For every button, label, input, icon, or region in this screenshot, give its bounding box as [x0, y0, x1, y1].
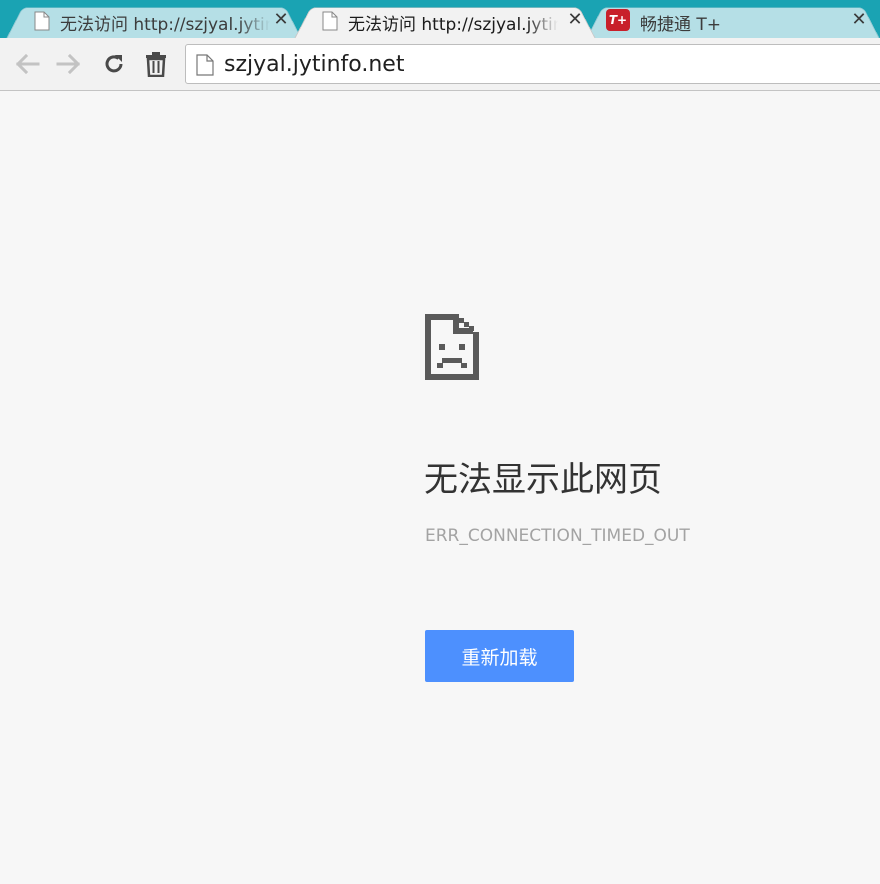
tplus-icon: T+	[606, 9, 630, 31]
forward-button[interactable]	[55, 50, 83, 78]
forward-arrow-icon	[56, 53, 81, 75]
url-text[interactable]: szjyal.jytinfo.net	[224, 52, 404, 77]
tab-title: 畅捷通 T+	[640, 15, 722, 35]
reload-icon	[105, 55, 123, 73]
tab-title: 无法访问 http://szjyal.jytinfo.net	[348, 15, 558, 35]
back-arrow-icon	[15, 53, 40, 75]
page-icon	[322, 11, 338, 31]
back-button[interactable]	[13, 50, 41, 78]
reload-button-toolbar[interactable]	[100, 50, 128, 78]
sad-page-icon	[425, 314, 479, 380]
tab-2-active[interactable]: 无法访问 http://szjyal.jytinfo.net ✕	[294, 3, 596, 38]
error-page: 无法显示此网页 ERR_CONNECTION_TIMED_OUT 重新加载	[0, 92, 880, 884]
close-icon[interactable]: ✕	[272, 11, 290, 29]
close-icon[interactable]: ✕	[566, 11, 584, 29]
tab-3[interactable]: T+ 畅捷通 T+ ✕	[586, 3, 880, 38]
reload-button[interactable]: 重新加载	[425, 630, 574, 682]
page-icon	[196, 54, 214, 76]
tab-1[interactable]: 无法访问 http://szjyal.jytinfo.net ✕	[6, 3, 302, 38]
toolbar: szjyal.jytinfo.net	[0, 38, 880, 91]
address-bar[interactable]: szjyal.jytinfo.net	[185, 44, 880, 84]
tab-strip: 无法访问 http://szjyal.jytinfo.net ✕ T+ 畅捷通 …	[0, 0, 880, 38]
error-title: 无法显示此网页	[424, 460, 662, 500]
trash-button[interactable]	[142, 50, 170, 78]
tab-title: 无法访问 http://szjyal.jytinfo.net	[60, 15, 270, 35]
trash-icon	[146, 52, 166, 77]
error-code: ERR_CONNECTION_TIMED_OUT	[425, 526, 690, 546]
close-icon[interactable]: ✕	[850, 11, 868, 29]
page-icon	[34, 11, 50, 31]
